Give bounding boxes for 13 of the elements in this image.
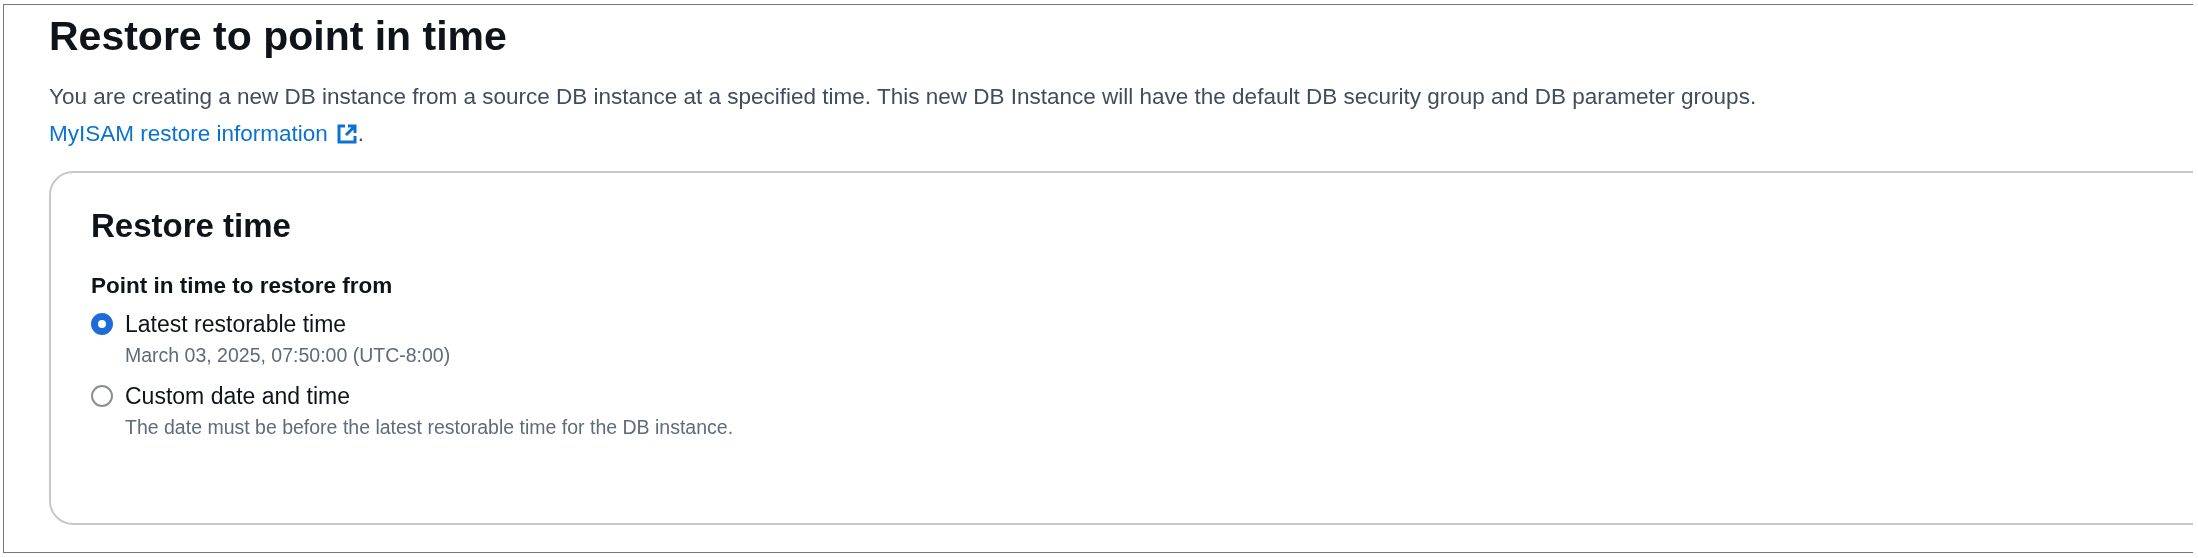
external-link-icon — [335, 123, 358, 145]
radio-button[interactable] — [91, 385, 113, 407]
link-period: . — [357, 121, 365, 147]
radio-button[interactable] — [91, 313, 113, 335]
option-description: The date must be before the latest restorable time for the DB instance. — [125, 416, 734, 439]
field-label: Point in time to restore from — [91, 273, 394, 299]
page-title: Restore to point in time — [49, 12, 508, 61]
option-description: March 03, 2025, 07:50:00 (UTC-8:00) — [125, 344, 451, 367]
option-label[interactable]: Latest restorable time — [125, 311, 451, 338]
description-text: You are creating a new DB instance from a source DB instance at a specified time. This new DB Instance will have the default DB security group and DB parameter groups. — [49, 83, 1758, 111]
option-label[interactable]: Custom date and time — [125, 383, 734, 410]
info-link[interactable]: MyISAM restore information — [49, 121, 358, 147]
section-title: Restore time — [91, 207, 292, 245]
